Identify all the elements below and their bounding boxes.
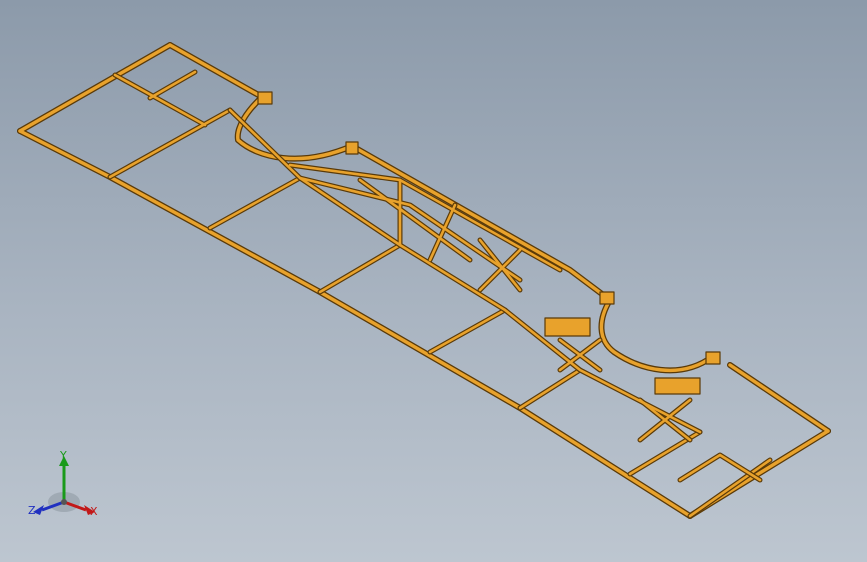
z-axis-label: Z [28, 504, 36, 517]
gusset-plates [257, 91, 721, 395]
rear-wheel-arch [598, 297, 715, 374]
view-orientation-triad[interactable]: Y X Z [22, 448, 106, 528]
graphics-viewport[interactable]: Y X Z [0, 0, 867, 562]
x-axis-label: X [90, 505, 98, 518]
outer-frame [17, 42, 831, 519]
chassis-frame-model[interactable] [0, 0, 867, 562]
y-axis-label: Y [60, 449, 67, 462]
center-truss [227, 107, 763, 483]
